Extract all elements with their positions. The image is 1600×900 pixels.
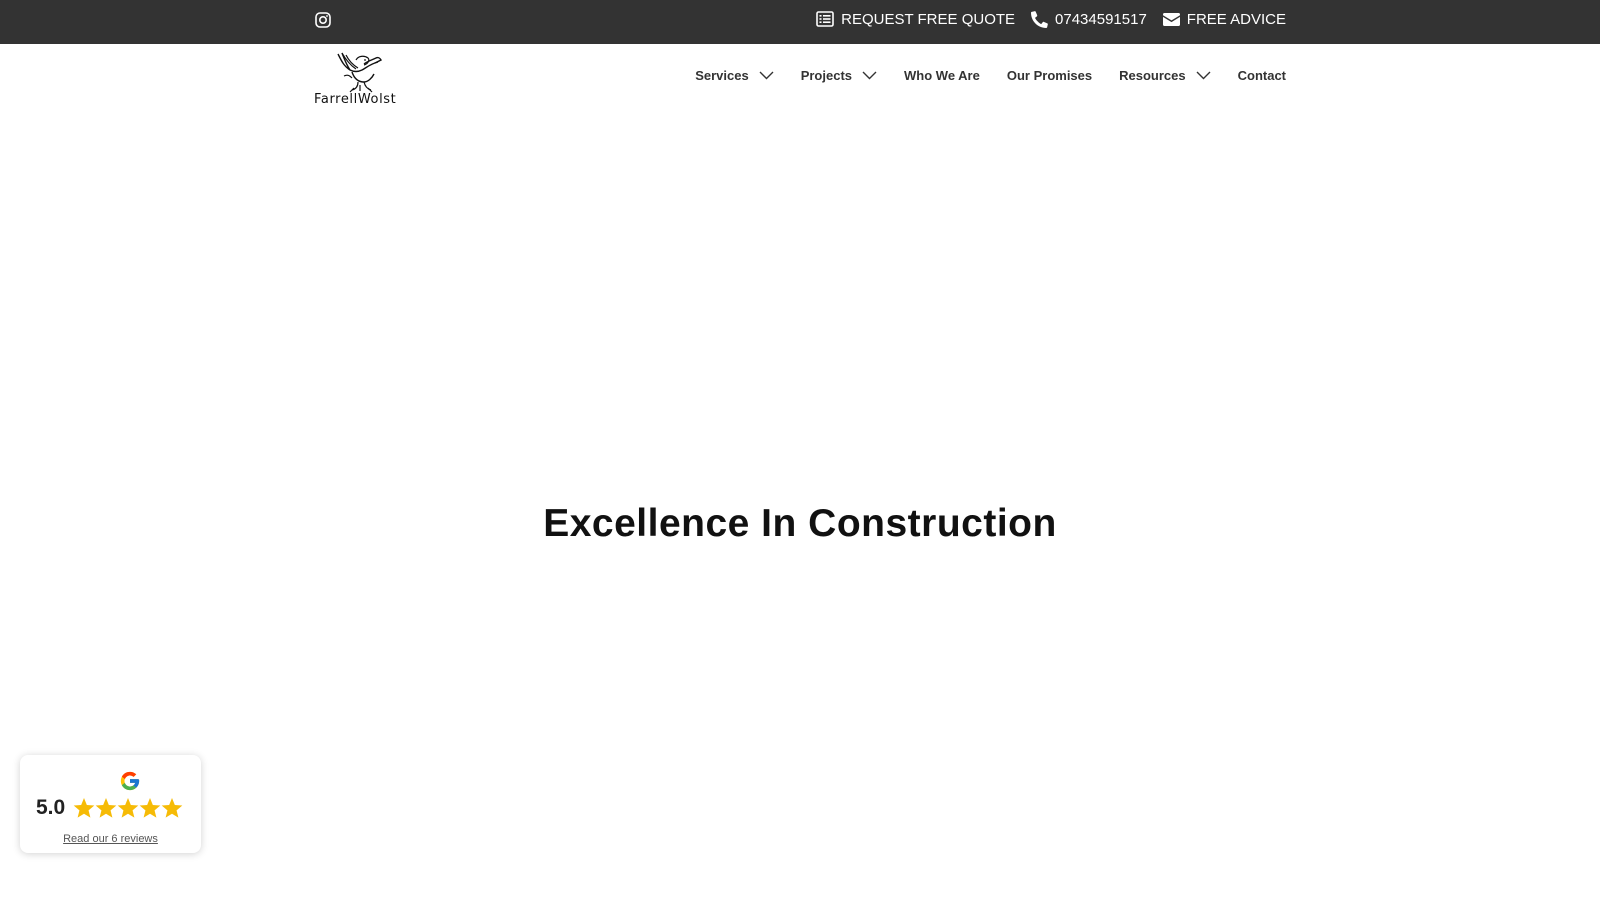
eagle-logo-icon bbox=[337, 52, 382, 93]
google-review-badge[interactable]: 5.0 Read our 6 reviews bbox=[20, 755, 201, 853]
hero-title: Excellence In Construction bbox=[543, 502, 1057, 545]
free-advice-label: FREE ADVICE bbox=[1186, 10, 1286, 28]
rating-row: 5.0 bbox=[36, 796, 183, 820]
rating-stars bbox=[73, 797, 183, 819]
star-icon bbox=[139, 797, 161, 818]
star-icon bbox=[95, 797, 117, 818]
chevron-down-icon bbox=[759, 71, 774, 80]
chevron-down-icon bbox=[862, 71, 877, 80]
star-icon bbox=[73, 797, 95, 818]
nav-item-label: Who We Are bbox=[904, 68, 980, 83]
nav-item-label: Projects bbox=[800, 68, 853, 83]
phone-icon bbox=[1031, 10, 1048, 28]
nav-item-projects[interactable]: Projects bbox=[801, 68, 877, 83]
site-header: FarrellWolst Services Projects Who We Ar… bbox=[0, 44, 1600, 124]
star-icon bbox=[117, 797, 139, 818]
phone-number: 07434591517 bbox=[1055, 10, 1147, 28]
nav-item-contact[interactable]: Contact bbox=[1238, 68, 1286, 83]
request-quote-link[interactable]: REQUEST FREE QUOTE bbox=[816, 11, 1015, 28]
list-icon bbox=[816, 11, 834, 27]
nav-item-our-promises[interactable]: Our Promises bbox=[1007, 68, 1092, 83]
nav-item-label: Resources bbox=[1119, 68, 1186, 83]
nav-item-label: Our Promises bbox=[1006, 68, 1093, 83]
logo-wordmark: FarrellWolst bbox=[314, 92, 397, 107]
nav-item-who-we-are[interactable]: Who We Are bbox=[904, 68, 980, 83]
nav-item-label: Services bbox=[695, 68, 749, 83]
free-advice-link[interactable]: FREE ADVICE bbox=[1162, 10, 1286, 28]
request-quote-label: REQUEST FREE QUOTE bbox=[841, 10, 1016, 28]
chevron-down-icon bbox=[1196, 71, 1211, 80]
site-logo[interactable]: FarrellWolst bbox=[314, 52, 406, 110]
star-icon bbox=[161, 797, 183, 818]
read-reviews-link[interactable]: Read our 6 reviews bbox=[20, 833, 201, 845]
envelope-icon bbox=[1162, 12, 1180, 26]
nav-item-services[interactable]: Services bbox=[695, 68, 774, 83]
phone-link[interactable]: 07434591517 bbox=[1031, 11, 1147, 28]
rating-score: 5.0 bbox=[36, 796, 66, 819]
nav-item-resources[interactable]: Resources bbox=[1119, 68, 1211, 83]
instagram-icon[interactable] bbox=[314, 11, 331, 28]
top-bar-links: REQUEST FREE QUOTE 07434591517 FREE ADVI… bbox=[816, 0, 1286, 38]
top-bar: REQUEST FREE QUOTE 07434591517 FREE ADVI… bbox=[0, 0, 1600, 44]
google-icon bbox=[120, 771, 140, 791]
main-nav: Services Projects Who We Are Our Promise… bbox=[695, 68, 1286, 83]
nav-item-label: Contact bbox=[1237, 68, 1286, 83]
